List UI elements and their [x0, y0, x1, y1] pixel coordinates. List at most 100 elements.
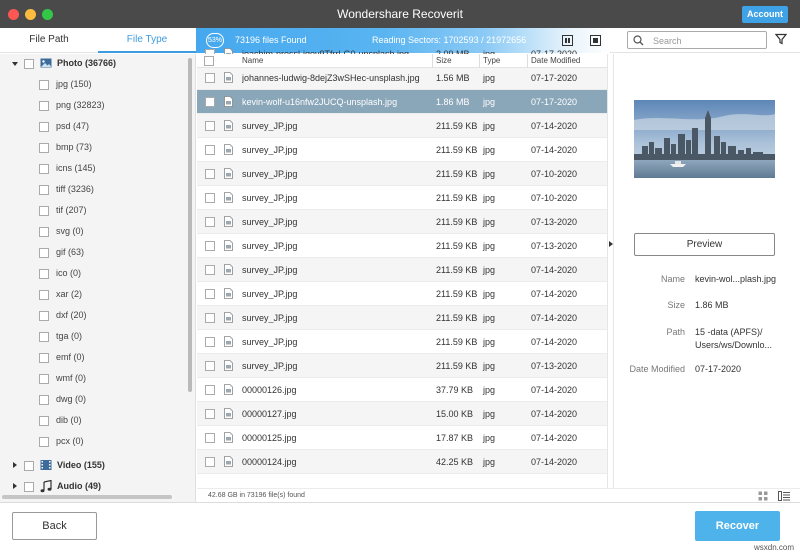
- account-button[interactable]: Account: [742, 6, 788, 23]
- tree-subitem[interactable]: psd (47): [0, 117, 186, 138]
- subitem-checkbox[interactable]: [39, 227, 49, 237]
- subitem-checkbox[interactable]: [39, 353, 49, 363]
- tree-subitem[interactable]: pcx (0): [0, 432, 186, 453]
- tree-subitem[interactable]: dxf (20): [0, 306, 186, 327]
- file-checkbox[interactable]: [205, 169, 215, 179]
- preview-button[interactable]: Preview: [634, 233, 775, 256]
- file-row[interactable]: survey_JP.jpg 211.59 KB jpg 07-14-2020: [197, 258, 607, 282]
- file-checkbox[interactable]: [205, 217, 215, 227]
- tree-subitem[interactable]: tga (0): [0, 327, 186, 348]
- column-divider[interactable]: [527, 54, 528, 68]
- tree-subitem[interactable]: icns (145): [0, 159, 186, 180]
- subitem-checkbox[interactable]: [39, 269, 49, 279]
- file-row[interactable]: survey_JP.jpg 211.59 KB jpg 07-10-2020: [197, 186, 607, 210]
- file-checkbox[interactable]: [205, 361, 215, 371]
- subitem-checkbox[interactable]: [39, 374, 49, 384]
- tree-subitem[interactable]: dib (0): [0, 411, 186, 432]
- subitem-checkbox[interactable]: [39, 332, 49, 342]
- subitem-checkbox[interactable]: [39, 311, 49, 321]
- subitem-checkbox[interactable]: [39, 416, 49, 426]
- tree-subitem[interactable]: png (32823): [0, 96, 186, 117]
- tab-file-path[interactable]: File Path: [0, 28, 98, 53]
- search-input[interactable]: Search: [627, 31, 767, 49]
- filter-icon[interactable]: [775, 33, 787, 45]
- file-row[interactable]: survey_JP.jpg 211.59 KB jpg 07-13-2020: [197, 354, 607, 378]
- column-header-type[interactable]: Type: [483, 56, 500, 65]
- subitem-checkbox[interactable]: [39, 143, 49, 153]
- subitem-checkbox[interactable]: [39, 437, 49, 447]
- tree-item-video[interactable]: Video (155): [0, 456, 186, 477]
- file-row[interactable]: survey_JP.jpg 211.59 KB jpg 07-14-2020: [197, 282, 607, 306]
- file-row[interactable]: survey_JP.jpg 211.59 KB jpg 07-14-2020: [197, 138, 607, 162]
- collapse-icon[interactable]: [12, 62, 18, 66]
- tree-subitem[interactable]: bmp (73): [0, 138, 186, 159]
- grid-view-icon[interactable]: [758, 491, 768, 501]
- file-row[interactable]: 00000127.jpg 15.00 KB jpg 07-14-2020: [197, 402, 607, 426]
- subitem-checkbox[interactable]: [39, 248, 49, 258]
- file-row[interactable]: 00000125.jpg 17.87 KB jpg 07-14-2020: [197, 426, 607, 450]
- file-row[interactable]: 00000124.jpg 42.25 KB jpg 07-14-2020: [197, 450, 607, 474]
- column-divider[interactable]: [479, 54, 480, 68]
- panel-splitter[interactable]: [607, 54, 614, 488]
- file-checkbox[interactable]: [205, 313, 215, 323]
- tree-subitem[interactable]: emf (0): [0, 348, 186, 369]
- file-checkbox[interactable]: [205, 457, 215, 467]
- recover-button[interactable]: Recover: [695, 511, 780, 541]
- file-checkbox[interactable]: [205, 409, 215, 419]
- column-divider[interactable]: [432, 54, 433, 68]
- file-checkbox[interactable]: [205, 193, 215, 203]
- file-checkbox[interactable]: [205, 121, 215, 131]
- column-header-date[interactable]: Date Modified: [531, 56, 580, 65]
- tree-subitem[interactable]: wmf (0): [0, 369, 186, 390]
- file-checkbox[interactable]: [205, 241, 215, 251]
- subitem-checkbox[interactable]: [39, 122, 49, 132]
- subitem-checkbox[interactable]: [39, 164, 49, 174]
- file-checkbox[interactable]: [205, 145, 215, 155]
- column-header-size[interactable]: Size: [436, 56, 452, 65]
- subitem-checkbox[interactable]: [39, 80, 49, 90]
- file-checkbox[interactable]: [205, 265, 215, 275]
- file-checkbox[interactable]: [205, 73, 215, 83]
- expand-icon[interactable]: [13, 483, 17, 489]
- file-row[interactable]: survey_JP.jpg 211.59 KB jpg 07-13-2020: [197, 234, 607, 258]
- subitem-checkbox[interactable]: [39, 290, 49, 300]
- sidebar-horizontal-scrollbar[interactable]: [2, 495, 172, 499]
- column-header-name[interactable]: Name: [242, 56, 263, 65]
- tree-item-photo[interactable]: Photo (36766): [0, 54, 186, 75]
- tree-subitem[interactable]: tif (207): [0, 201, 186, 222]
- file-row[interactable]: survey_JP.jpg 211.59 KB jpg 07-14-2020: [197, 306, 607, 330]
- file-row[interactable]: 00000126.jpg 37.79 KB jpg 07-14-2020: [197, 378, 607, 402]
- tree-subitem[interactable]: jpg (150): [0, 75, 186, 96]
- subitem-checkbox[interactable]: [39, 395, 49, 405]
- tree-subitem[interactable]: svg (0): [0, 222, 186, 243]
- file-row[interactable]: survey_JP.jpg 211.59 KB jpg 07-13-2020: [197, 210, 607, 234]
- sidebar-scrollbar[interactable]: [188, 58, 192, 392]
- tree-subitem[interactable]: tiff (3236): [0, 180, 186, 201]
- tree-subitem[interactable]: dwg (0): [0, 390, 186, 411]
- file-row[interactable]: survey_JP.jpg 211.59 KB jpg 07-14-2020: [197, 114, 607, 138]
- audio-checkbox[interactable]: [24, 482, 34, 492]
- file-row[interactable]: johannes-ludwig-8dejZ3wSHec-unsplash.jpg…: [197, 66, 607, 90]
- tab-file-type[interactable]: File Type: [98, 28, 196, 53]
- tree-subitem[interactable]: xar (2): [0, 285, 186, 306]
- subitem-checkbox[interactable]: [39, 101, 49, 111]
- file-row[interactable]: survey_JP.jpg 211.59 KB jpg 07-14-2020: [197, 330, 607, 354]
- file-checkbox[interactable]: [205, 385, 215, 395]
- file-checkbox[interactable]: [205, 433, 215, 443]
- video-checkbox[interactable]: [24, 461, 34, 471]
- list-view-icon[interactable]: [778, 491, 790, 501]
- file-checkbox[interactable]: [205, 337, 215, 347]
- select-all-checkbox[interactable]: [204, 56, 214, 66]
- photo-checkbox[interactable]: [24, 59, 34, 69]
- tree-subitem[interactable]: ico (0): [0, 264, 186, 285]
- file-checkbox[interactable]: [205, 289, 215, 299]
- file-row[interactable]: survey_JP.jpg 211.59 KB jpg 07-10-2020: [197, 162, 607, 186]
- subitem-checkbox[interactable]: [39, 206, 49, 216]
- back-button[interactable]: Back: [12, 512, 97, 540]
- tree-subitem[interactable]: gif (63): [0, 243, 186, 264]
- file-row[interactable]: kevin-wolf-u16nfw2JUCQ-unsplash.jpg 1.86 …: [197, 90, 607, 114]
- expand-icon[interactable]: [13, 462, 17, 468]
- collapse-preview-icon[interactable]: [609, 241, 613, 247]
- file-checkbox[interactable]: [205, 97, 215, 107]
- subitem-checkbox[interactable]: [39, 185, 49, 195]
